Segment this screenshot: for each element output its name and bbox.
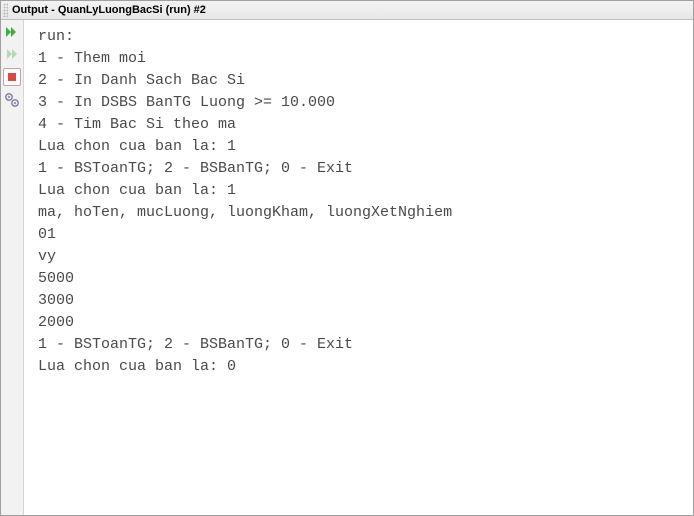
title-bar: Output - QuanLyLuongBacSi (run) #2: [1, 1, 693, 20]
gutter-toolbar: [1, 20, 24, 515]
grip-icon: [3, 3, 8, 17]
run-icon: [5, 47, 19, 61]
window-body: run: 1 - Them moi 2 - In Danh Sach Bac S…: [1, 20, 693, 515]
run-again-icon: [5, 25, 19, 39]
console-output[interactable]: run: 1 - Them moi 2 - In Danh Sach Bac S…: [24, 20, 693, 515]
settings-button[interactable]: [4, 92, 20, 108]
run-button[interactable]: [4, 46, 20, 62]
stop-button[interactable]: [3, 68, 21, 86]
window-title: Output - QuanLyLuongBacSi (run) #2: [12, 1, 206, 19]
stop-icon: [7, 72, 17, 82]
rerun-button[interactable]: [4, 24, 20, 40]
settings-icon: [4, 92, 20, 108]
output-window: Output - QuanLyLuongBacSi (run) #2: [0, 0, 694, 516]
